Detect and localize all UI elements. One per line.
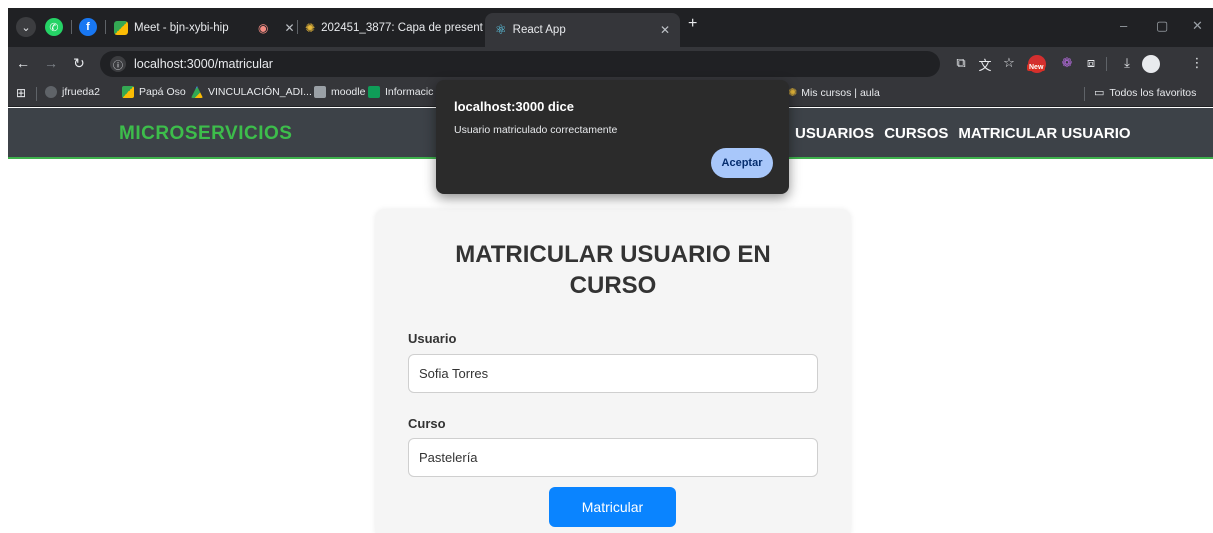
course-select[interactable]: Pastelería xyxy=(408,438,818,477)
nav-link-usuarios[interactable]: USUARIOS xyxy=(795,125,874,142)
enroll-form-card: MATRICULAR USUARIO EN CURSO Usuario Sofi… xyxy=(375,209,851,533)
record-icon: ◉ xyxy=(258,21,269,35)
tab-strip: ⌄ ✆ f Meet - bjn-xybi-hip ◉ ✕ ✺ 202451_3… xyxy=(8,8,1213,47)
close-icon[interactable]: ✕ xyxy=(284,21,294,35)
bookmark-label: jfrueda2 xyxy=(62,86,100,98)
moodle-icon xyxy=(314,86,326,98)
form-title-line1: MATRICULAR USUARIO EN xyxy=(455,241,771,268)
user-label: Usuario xyxy=(408,331,457,346)
extension-purple-icon[interactable]: ❁ xyxy=(1058,55,1076,73)
react-icon: ⚛ xyxy=(495,22,507,37)
tab-label: 202451_3877: Capa de present xyxy=(321,22,483,34)
tab-capa-presentacion[interactable]: ✺ 202451_3877: Capa de present ✕ xyxy=(305,14,501,42)
page-content: MATRICULAR USUARIO EN CURSO Usuario Sofi… xyxy=(8,161,1213,533)
user-select[interactable]: Sofia Torres xyxy=(408,354,818,393)
folder-icon: ▭ xyxy=(1094,87,1105,99)
translate-icon[interactable]: 文 xyxy=(976,55,994,73)
accept-button[interactable]: Aceptar xyxy=(711,148,773,178)
bookmark-label: VINCULACIÓN_ADI... xyxy=(208,86,312,98)
tab-label: Meet - bjn-xybi-hip xyxy=(134,22,229,34)
bookmark-label: Mis cursos | aula xyxy=(801,86,880,99)
restore-icon[interactable]: ▢ xyxy=(1156,18,1168,34)
tab-separator xyxy=(297,20,298,34)
tab-react-app[interactable]: ⚛ React App ✕ xyxy=(485,13,680,47)
bookmark-star-icon[interactable]: ☆ xyxy=(1000,55,1018,73)
apps-grid-icon[interactable]: ⊞ xyxy=(16,86,26,100)
site-info-icon[interactable]: ⓘ xyxy=(110,56,126,72)
bookmark-icon xyxy=(122,86,134,98)
bookmark-label: Todos los favoritos xyxy=(1109,86,1197,99)
google-drive-icon xyxy=(191,86,203,98)
bookmark-label: Informacic xyxy=(385,86,434,98)
toolbar-separator xyxy=(1106,57,1107,71)
form-title-line2: CURSO xyxy=(569,272,657,299)
bookmark-vinculacion[interactable]: VINCULACIÓN_ADI... xyxy=(191,86,312,98)
tab-recording[interactable]: ◉ ✕ xyxy=(258,14,295,42)
extension-red-icon[interactable]: New xyxy=(1027,55,1048,73)
bookmark-papa-oso[interactable]: Papá Oso xyxy=(122,86,186,98)
browser-window: ⌄ ✆ f Meet - bjn-xybi-hip ◉ ✕ ✺ 202451_3… xyxy=(8,8,1213,533)
bookmark-all-favorites[interactable]: ▭ Todos los favoritos xyxy=(1094,86,1197,100)
whatsapp-icon[interactable]: ✆ xyxy=(45,18,63,36)
new-badge: New xyxy=(1027,64,1046,71)
course-label: Curso xyxy=(408,416,446,431)
github-icon xyxy=(45,86,57,98)
menu-kebab-icon[interactable]: ⋮ xyxy=(1188,55,1206,73)
close-icon[interactable]: ✕ xyxy=(660,23,670,37)
close-window-icon[interactable]: ✕ xyxy=(1192,18,1203,34)
bookmark-jfrueda2[interactable]: jfrueda2 xyxy=(45,86,100,98)
reload-icon[interactable]: ↻ xyxy=(70,55,88,72)
nav-link-matricular-usuario[interactable]: MATRICULAR USUARIO xyxy=(958,125,1130,142)
form-title: MATRICULAR USUARIO EN CURSO xyxy=(375,239,851,301)
bookmark-separator xyxy=(1084,87,1085,101)
meet-icon xyxy=(114,21,128,35)
bookmark-moodle[interactable]: moodle xyxy=(314,86,365,98)
forward-icon[interactable]: → xyxy=(42,55,60,71)
tab-separator xyxy=(105,20,106,34)
bookmark-informacion[interactable]: Informacic xyxy=(368,86,433,98)
new-tab-icon[interactable]: + xyxy=(688,15,697,33)
back-icon[interactable]: ← xyxy=(14,55,32,71)
nav-link-cursos[interactable]: CURSOS xyxy=(884,125,948,142)
extensions-icon[interactable]: ⧈ xyxy=(1082,55,1100,73)
tab-separator xyxy=(71,20,72,34)
toolbar: ← → ↻ ⓘ localhost:3000/matricular ⧉ 文 ☆ … xyxy=(8,47,1213,81)
alert-title: localhost:3000 dice xyxy=(454,99,574,114)
cast-icon[interactable]: ⧉ xyxy=(952,55,970,73)
url-text: localhost:3000/matricular xyxy=(134,57,273,71)
bookmark-label: Papá Oso xyxy=(139,86,186,98)
tab-label: React App xyxy=(512,24,566,36)
address-bar[interactable]: ⓘ localhost:3000/matricular xyxy=(100,51,940,77)
plus-icon xyxy=(368,86,380,98)
alert-dialog: localhost:3000 dice Usuario matriculado … xyxy=(436,80,789,194)
minimize-icon[interactable]: – xyxy=(1120,18,1127,33)
nav-links: USUARIOS CURSOS MATRICULAR USUARIO xyxy=(795,125,1131,142)
tab-search-icon[interactable]: ⌄ xyxy=(16,17,36,37)
download-icon[interactable]: ⤓ xyxy=(1118,55,1136,73)
moodle-leaf-icon: ✺ xyxy=(305,21,316,35)
brand-logo[interactable]: MICROSERVICIOS xyxy=(119,123,292,145)
matricular-button[interactable]: Matricular xyxy=(549,487,676,527)
facebook-icon[interactable]: f xyxy=(79,18,97,36)
bookmark-mis-cursos[interactable]: ✺ Mis cursos | aula xyxy=(788,86,880,100)
tab-meet[interactable]: Meet - bjn-xybi-hip xyxy=(114,14,229,42)
bookmark-label: moodle xyxy=(331,86,366,98)
moodle-leaf-icon: ✺ xyxy=(788,87,798,99)
bookmark-separator xyxy=(36,87,37,101)
profile-avatar[interactable] xyxy=(1142,55,1160,73)
alert-message: Usuario matriculado correctamente xyxy=(454,124,618,136)
